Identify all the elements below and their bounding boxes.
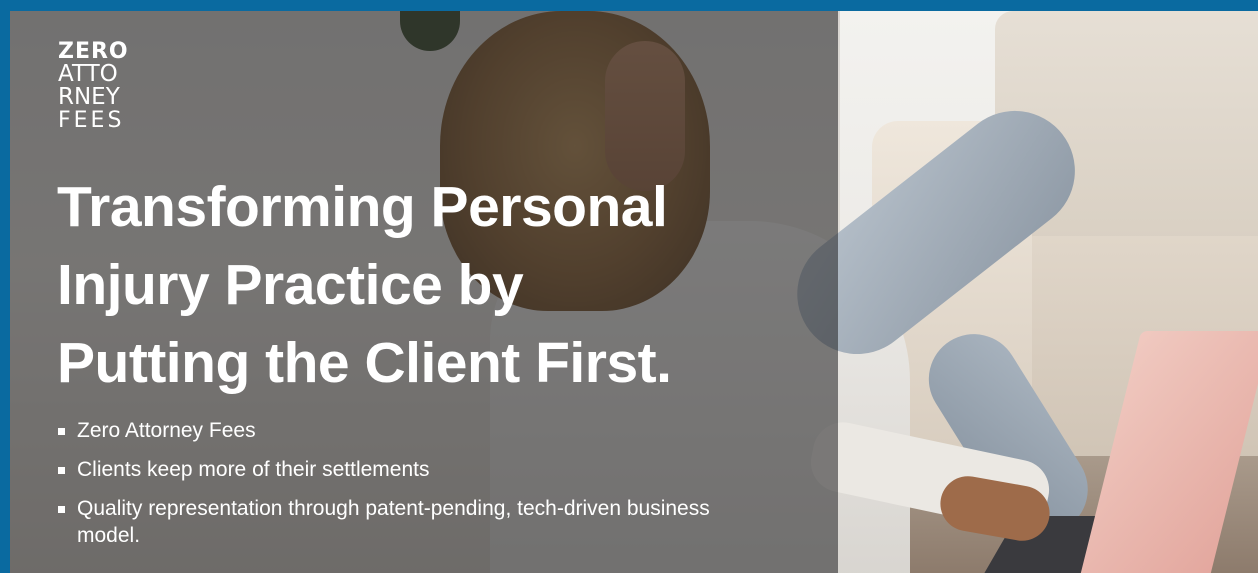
- brand-logo[interactable]: ZERO ATTO RNEY FEES: [58, 40, 188, 132]
- list-item: Quality representation through patent-pe…: [58, 495, 717, 549]
- bullet-square-icon: [58, 428, 65, 435]
- list-item: Clients keep more of their settlements: [58, 456, 778, 483]
- hero-banner: ZERO ATTO RNEY FEES Transforming Persona…: [10, 11, 1258, 573]
- headline-line-1: Transforming Personal: [57, 175, 668, 239]
- logo-line-zero: ZERO: [58, 39, 129, 64]
- logo-line-atto: ATTO: [58, 61, 118, 87]
- logo-line-fees: FEES: [58, 108, 125, 133]
- page-headline: Transforming Personal Injury Practice by…: [57, 168, 817, 402]
- headline-line-3: Putting the Client First.: [57, 331, 672, 395]
- list-item-text: Clients keep more of their settlements: [77, 458, 430, 481]
- list-item-text: Quality representation through patent-pe…: [77, 497, 710, 547]
- bullet-square-icon: [58, 506, 65, 513]
- list-item: Zero Attorney Fees: [58, 417, 778, 444]
- logo-line-rney: RNEY: [58, 84, 120, 110]
- benefits-list: Zero Attorney Fees Clients keep more of …: [58, 417, 778, 561]
- list-item-text: Zero Attorney Fees: [77, 419, 256, 442]
- headline-line-2: Injury Practice by: [57, 253, 524, 317]
- bullet-square-icon: [58, 467, 65, 474]
